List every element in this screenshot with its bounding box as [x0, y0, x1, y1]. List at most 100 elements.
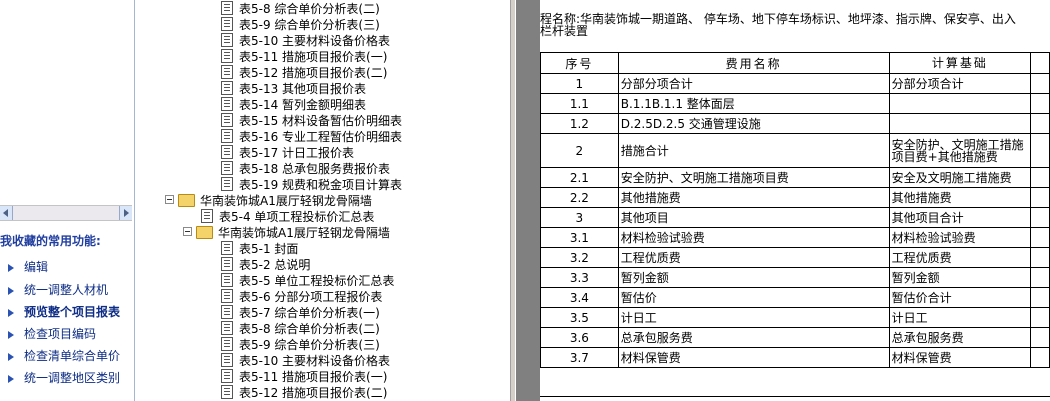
document-icon	[221, 49, 233, 63]
tree-report-item[interactable]: 表5-13 其他项目报价表	[221, 81, 366, 97]
document-icon	[221, 129, 233, 143]
cell-basis: 工程优质费	[888, 247, 1032, 268]
cell-name: 材料保管费	[617, 347, 890, 368]
tree-item-label: 表5-5 单位工程投标价汇总表	[239, 274, 395, 288]
table-header-row: 序号 费用名称 计算基础	[540, 52, 1050, 74]
favorites-title: 我收藏的常用功能:	[0, 234, 101, 248]
project-name: 程名称:华南装饰城一期道路、 停车场、地下停车场标识、地坪漆、指示牌、保安亭、出…	[540, 13, 1045, 37]
tree-folder[interactable]: 华南装饰城A1展厅轻钢龙骨隔墙	[165, 193, 372, 209]
document-icon	[221, 241, 233, 255]
tree-report-item[interactable]: 表5-11 措施项目报价表(一)	[221, 49, 387, 65]
task-item[interactable]: 统一调整人材机	[8, 280, 108, 300]
cell-no: 3.4	[540, 287, 619, 308]
tree-item-label: 表5-18 总承包服务费报价表	[239, 162, 391, 176]
collapse-icon[interactable]	[165, 195, 174, 204]
table-row: 3.4 暂估价 暂估价合计	[540, 287, 1050, 308]
tree-report-item[interactable]: 表5-2 总说明	[221, 257, 310, 273]
cell-no: 2.1	[540, 167, 619, 188]
fee-table: 序号 费用名称 计算基础 1 分部分项合计 分部分项合计 1.1 B.1.1B.1.1 …	[540, 52, 1050, 368]
cell-basis: 材料保管费	[888, 347, 1032, 368]
report-preview-area: 程名称:华南装饰城一期道路、 停车场、地下停车场标识、地坪漆、指示牌、保安亭、出…	[516, 0, 1050, 401]
tree-folder[interactable]: 华南装饰城A1展厅轻钢龙骨隔墙	[183, 225, 390, 241]
tree-report-item[interactable]: 表5-11 措施项目报价表(一)	[221, 369, 387, 385]
cell-extra	[1030, 267, 1050, 288]
cell-extra	[1030, 247, 1050, 268]
tree-item-label: 表5-13 其他项目报价表	[239, 82, 367, 96]
table-row: 3.7 材料保管费 材料保管费	[540, 347, 1050, 368]
cell-name: D.2.5D.2.5 交通管理设施	[617, 113, 890, 134]
task-item[interactable]: 检查清单综合单价	[8, 346, 120, 366]
folder-icon	[178, 194, 195, 207]
document-icon	[221, 65, 233, 79]
arrow-bullet-icon	[8, 286, 14, 295]
tree-report-item[interactable]: 表5-14 暂列金额明细表	[221, 97, 366, 113]
header-extra	[1030, 52, 1050, 74]
tree-item-label: 表5-17 计日工报价表	[239, 146, 355, 160]
tree-item-label: 表5-10 主要材料设备价格表	[239, 34, 391, 48]
tree-item-label: 表5-19 规费和税金项目计算表	[239, 178, 403, 192]
cell-no: 2.2	[540, 187, 619, 208]
tree-report-item[interactable]: 表5-6 分部分项工程报价表	[221, 289, 382, 305]
tree-report-item[interactable]: 表5-1 封面	[221, 241, 298, 257]
tree-report-item[interactable]: 表5-12 措施项目报价表(二)	[221, 385, 387, 401]
tree-report-item[interactable]: 表5-9 综合单价分析表(三)	[221, 337, 380, 353]
tree-report-item[interactable]: 表5-15 材料设备暂估价明细表	[221, 113, 402, 129]
table-row: 1.2 D.2.5D.2.5 交通管理设施	[540, 113, 1050, 134]
cell-extra	[1030, 287, 1050, 308]
tree-item-label: 表5-11 措施项目报价表(一)	[239, 50, 388, 64]
task-panel-tree-area	[0, 0, 134, 205]
task-label: 统一调整地区类别	[24, 371, 121, 385]
tree-report-item[interactable]: 表5-5 单位工程投标价汇总表	[221, 273, 394, 289]
tree-report-item[interactable]: 表5-8 综合单价分析表(二)	[221, 1, 380, 17]
table-row: 3.3 暂列金额 暂列金额	[540, 267, 1050, 288]
document-icon	[221, 289, 233, 303]
cell-name: 安全防护、文明施工措施项目费	[617, 167, 890, 188]
task-item[interactable]: 预览整个项目报表	[8, 302, 120, 322]
arrow-bullet-icon	[8, 308, 14, 317]
horizontal-scrollbar[interactable]	[0, 205, 132, 221]
tree-report-item[interactable]: 表5-4 单项工程投标价汇总表	[201, 209, 374, 225]
tree-report-item[interactable]: 表5-12 措施项目报价表(二)	[221, 65, 387, 81]
tree-report-item[interactable]: 表5-17 计日工报价表	[221, 145, 354, 161]
tree-item-label: 表5-10 主要材料设备价格表	[239, 354, 391, 368]
cell-no: 3.7	[540, 347, 619, 368]
tree-item-label: 表5-16 专业工程暂估价明细表	[239, 130, 403, 144]
tree-item-label: 表5-11 措施项目报价表(一)	[239, 370, 388, 384]
tree-item-label: 表5-2 总说明	[239, 258, 311, 272]
scroll-left-icon[interactable]	[0, 206, 13, 220]
arrow-bullet-icon	[8, 263, 14, 272]
scroll-right-icon[interactable]	[119, 206, 132, 220]
collapse-icon[interactable]	[183, 227, 192, 236]
tree-report-item[interactable]: 表5-7 综合单价分析表(一)	[221, 305, 380, 321]
task-item[interactable]: 检查项目编码	[8, 324, 96, 344]
document-icon	[201, 209, 213, 223]
task-label: 检查项目编码	[24, 327, 97, 341]
task-item[interactable]: 编辑	[8, 257, 48, 277]
cell-name: 其他项目	[617, 207, 890, 228]
document-icon	[221, 177, 233, 191]
table-row: 1.1 B.1.1B.1.1 整体面层	[540, 93, 1050, 114]
tree-item-label: 表5-15 材料设备暂估价明细表	[239, 114, 403, 128]
task-label: 统一调整人材机	[24, 283, 109, 297]
tree-item-label: 表5-14 暂列金额明细表	[239, 98, 367, 112]
report-tree[interactable]: 表5-8 综合单价分析表(二) 表5-9 综合单价分析表(三) 表5-10 主要材料…	[135, 0, 510, 401]
tree-report-item[interactable]: 表5-10 主要材料设备价格表	[221, 33, 390, 49]
tree-report-item[interactable]: 表5-9 综合单价分析表(三)	[221, 17, 380, 33]
table-row: 3.1 材料检验试验费 材料检验试验费	[540, 227, 1050, 248]
tree-report-item[interactable]: 表5-18 总承包服务费报价表	[221, 161, 390, 177]
arrow-bullet-icon	[8, 374, 14, 383]
task-item[interactable]: 统一调整地区类别	[8, 368, 120, 388]
tree-report-item[interactable]: 表5-10 主要材料设备价格表	[221, 353, 390, 369]
document-icon	[221, 17, 233, 31]
arrow-bullet-icon	[8, 330, 14, 339]
tree-item-label: 表5-1 封面	[239, 242, 299, 256]
cell-extra	[1030, 133, 1050, 168]
cell-extra	[1030, 307, 1050, 328]
cell-no: 3.2	[540, 247, 619, 268]
cell-extra	[1030, 167, 1050, 188]
tree-report-item[interactable]: 表5-19 规费和税金项目计算表	[221, 177, 402, 193]
table-row: 3.2 工程优质费 工程优质费	[540, 247, 1050, 268]
project-name-line2: 栏杆装置	[540, 24, 589, 38]
tree-report-item[interactable]: 表5-8 综合单价分析表(二)	[221, 321, 380, 337]
tree-report-item[interactable]: 表5-16 专业工程暂估价明细表	[221, 129, 402, 145]
